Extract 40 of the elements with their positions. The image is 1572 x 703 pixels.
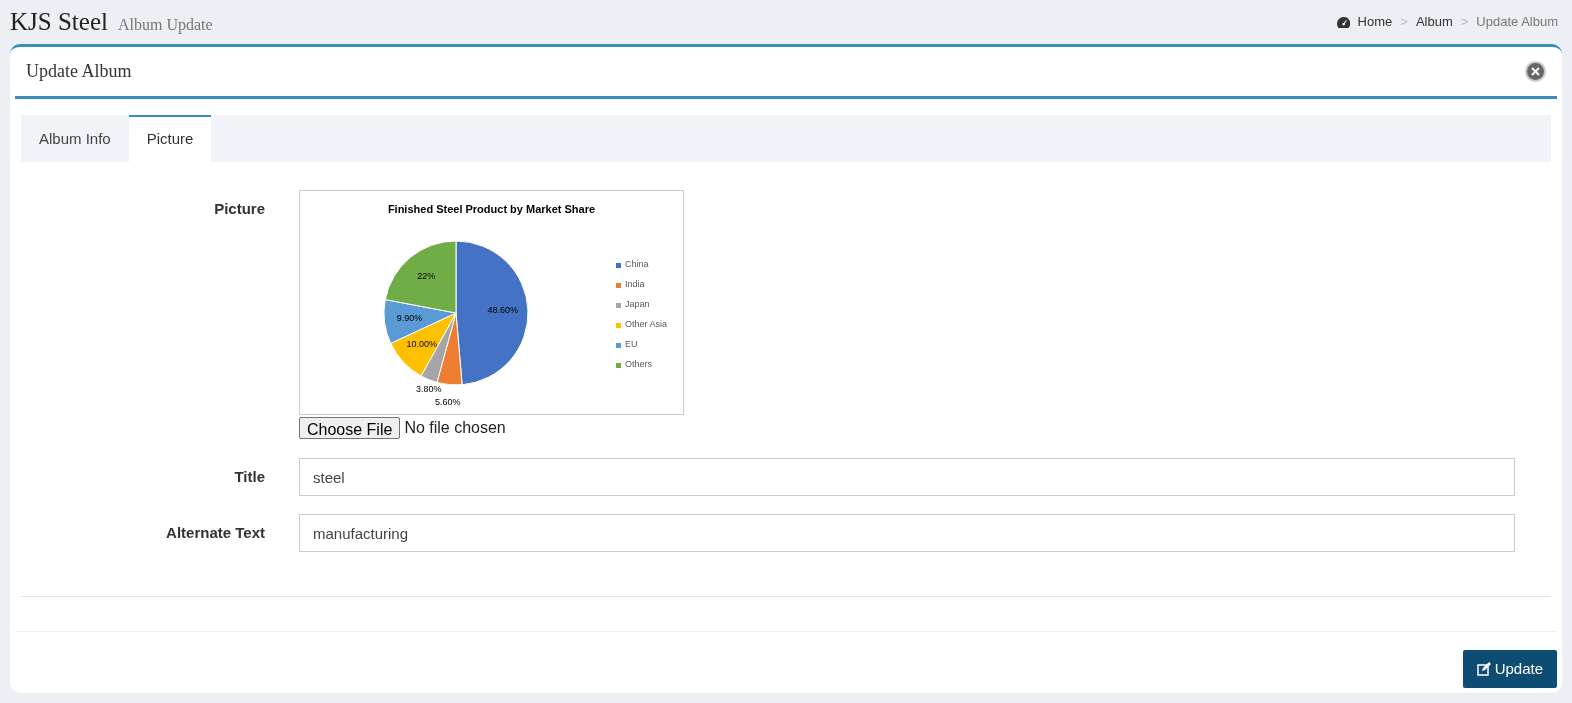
legend-label: Others <box>625 358 652 372</box>
page-subtitle: Album Update <box>117 15 213 36</box>
legend-label: Other Asia <box>625 318 668 332</box>
text-field[interactable]: manufacturing <box>299 514 1515 552</box>
legend-swatch <box>616 342 621 348</box>
legend-label: India <box>625 278 645 292</box>
tab[interactable]: Picture <box>128 115 212 162</box>
field-label: Title <box>233 466 265 487</box>
tab[interactable]: Album Info <box>21 115 129 162</box>
edit-icon <box>1476 662 1491 676</box>
choose-file-button[interactable]: Choose File <box>299 417 401 439</box>
legend-swatch <box>616 322 621 328</box>
legend-label: China <box>625 258 649 272</box>
data-label: 3.80% <box>416 384 442 395</box>
update-button[interactable]: Update <box>1462 650 1557 688</box>
legend-swatch <box>616 362 621 368</box>
data-label: 48.60% <box>487 305 518 316</box>
field-label: Alternate Text <box>165 522 265 543</box>
text-field[interactable]: steel <box>299 458 1515 496</box>
legend-label: Japan <box>625 298 650 312</box>
file-status: No file chosen <box>404 418 506 438</box>
breadcrumb-link[interactable]: Home <box>1357 12 1393 32</box>
data-label: 9.90% <box>396 313 423 324</box>
dashboard-icon <box>1336 16 1350 28</box>
breadcrumb-separator: > <box>1460 13 1469 32</box>
close-icon[interactable] <box>1525 61 1546 82</box>
data-label: 5.60% <box>435 397 461 407</box>
data-label: 10.00% <box>406 339 437 350</box>
legend-swatch <box>616 282 621 288</box>
chart-title: Finished Steel Product by Market Share <box>386 202 597 217</box>
card-title: Update Album <box>26 60 132 83</box>
data-label: 22% <box>417 271 436 282</box>
breadcrumb-separator: > <box>1400 13 1408 32</box>
legend-label: EU <box>625 338 638 352</box>
legend-swatch <box>616 262 621 268</box>
app-title: KJS Steel <box>10 7 108 38</box>
field-label: Picture <box>213 199 265 219</box>
legend-swatch <box>616 302 621 308</box>
breadcrumb-current: Update Album <box>1476 13 1558 32</box>
breadcrumb-link[interactable]: Album <box>1415 12 1453 32</box>
